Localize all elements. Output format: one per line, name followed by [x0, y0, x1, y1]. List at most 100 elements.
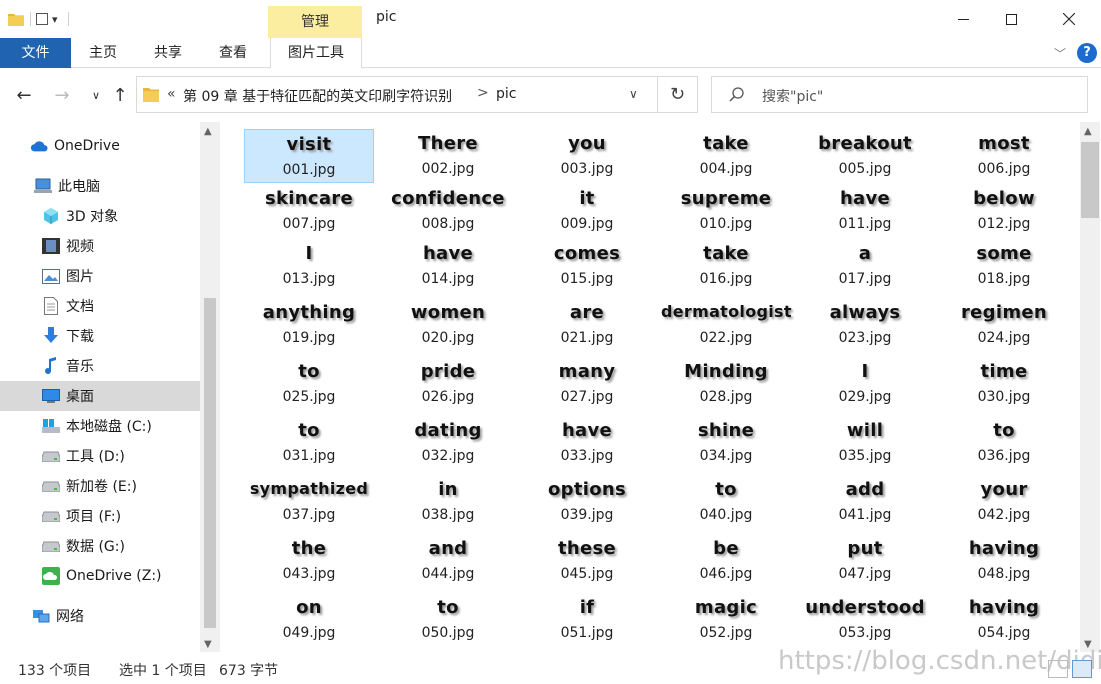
folder-icon[interactable] [8, 8, 26, 30]
sidebar-item[interactable]: 项目 (F:) [0, 501, 200, 531]
file-item[interactable]: There 002.jpg [383, 129, 513, 183]
back-arrow-icon[interactable]: ← [14, 86, 34, 106]
file-item[interactable]: have 033.jpg [522, 416, 652, 470]
file-item[interactable]: dermatologist 022.jpg [661, 298, 791, 352]
sidebar-item[interactable]: 工具 (D:) [0, 441, 200, 471]
large-icons-view-icon[interactable] [1072, 660, 1092, 678]
file-item[interactable]: these 045.jpg [522, 534, 652, 588]
file-item[interactable]: options 039.jpg [522, 475, 652, 529]
sidebar-item[interactable]: OneDrive (Z:) [0, 561, 200, 591]
tab-share[interactable]: 共享 [145, 38, 191, 68]
file-item[interactable]: in 038.jpg [383, 475, 513, 529]
file-item[interactable]: you 003.jpg [522, 129, 652, 183]
sidebar-item[interactable]: OneDrive [0, 131, 200, 161]
file-item[interactable]: below 012.jpg [939, 184, 1069, 238]
forward-arrow-icon[interactable]: → [52, 86, 72, 106]
sidebar-item[interactable]: 数据 (G:) [0, 531, 200, 561]
address-dropdown-icon[interactable]: ∨ [629, 87, 638, 101]
file-item[interactable]: be 046.jpg [661, 534, 791, 588]
sidebar-item[interactable]: 本地磁盘 (C:) [0, 411, 200, 441]
tab-home[interactable]: 主页 [80, 38, 126, 68]
file-item[interactable]: it 009.jpg [522, 184, 652, 238]
file-item[interactable]: supreme 010.jpg [661, 184, 791, 238]
sidebar-scrollbar[interactable]: ▲ ▼ [200, 122, 220, 652]
file-item[interactable]: I 029.jpg [800, 357, 930, 411]
file-item[interactable]: put 047.jpg [800, 534, 930, 588]
refresh-button[interactable]: ↻ [657, 76, 698, 113]
file-item[interactable]: I 013.jpg [244, 239, 374, 293]
file-item[interactable]: sympathized 037.jpg [244, 475, 374, 529]
sidebar-item[interactable]: 文档 [0, 291, 200, 321]
customize-toolbar-icon[interactable]: ▾ [52, 8, 58, 30]
file-item[interactable]: have 014.jpg [383, 239, 513, 293]
file-item[interactable]: have 011.jpg [800, 184, 930, 238]
maximize-button[interactable] [988, 0, 1034, 38]
breadcrumb-chapter[interactable]: 第 09 章 基于特征匹配的英文印刷字符识别 [183, 86, 452, 106]
file-item[interactable]: are 021.jpg [522, 298, 652, 352]
tab-picture-tools[interactable]: 图片工具 [270, 38, 362, 69]
tab-view[interactable]: 查看 [210, 38, 256, 68]
search-box[interactable]: 搜索"pic" [711, 76, 1088, 113]
file-item[interactable]: women 020.jpg [383, 298, 513, 352]
properties-checkbox-icon[interactable] [36, 13, 48, 25]
file-item[interactable]: dating 032.jpg [383, 416, 513, 470]
file-item[interactable]: breakout 005.jpg [800, 129, 930, 183]
file-item[interactable]: a 017.jpg [800, 239, 930, 293]
file-item[interactable]: skincare 007.jpg [244, 184, 374, 238]
manage-tab[interactable]: 管理 [268, 6, 362, 38]
file-item[interactable]: most 006.jpg [939, 129, 1069, 183]
file-item[interactable]: anything 019.jpg [244, 298, 374, 352]
scroll-thumb[interactable] [1081, 142, 1099, 218]
close-button[interactable] [1046, 0, 1092, 38]
address-bar[interactable]: « 第 09 章 基于特征匹配的英文印刷字符识别 > pic ∨ [136, 76, 658, 113]
file-item[interactable]: magic 052.jpg [661, 593, 791, 647]
breadcrumb-separator[interactable]: > [477, 85, 489, 101]
file-item[interactable]: your 042.jpg [939, 475, 1069, 529]
breadcrumb-pic[interactable]: pic [496, 86, 516, 102]
help-icon[interactable]: ? [1077, 43, 1097, 63]
file-item[interactable]: to 031.jpg [244, 416, 374, 470]
up-arrow-icon[interactable]: ↑ [110, 86, 130, 106]
tab-file[interactable]: 文件 [0, 38, 71, 68]
file-item[interactable]: time 030.jpg [939, 357, 1069, 411]
file-item[interactable]: comes 015.jpg [522, 239, 652, 293]
file-item[interactable]: to 050.jpg [383, 593, 513, 647]
expand-ribbon-icon[interactable]: ﹀ [1054, 45, 1066, 62]
scroll-down-icon[interactable]: ▼ [204, 639, 212, 650]
file-item[interactable]: to 040.jpg [661, 475, 791, 529]
minimize-button[interactable] [940, 0, 986, 38]
details-view-icon[interactable] [1048, 660, 1068, 678]
sidebar-item[interactable]: 图片 [0, 261, 200, 291]
sidebar-item[interactable]: 3D 对象 [0, 201, 200, 231]
file-item[interactable]: confidence 008.jpg [383, 184, 513, 238]
sidebar-item[interactable]: 新加卷 (E:) [0, 471, 200, 501]
file-item[interactable]: to 025.jpg [244, 357, 374, 411]
content-scrollbar[interactable]: ▲ ▼ [1080, 122, 1100, 652]
file-item[interactable]: visit 001.jpg [244, 129, 374, 183]
file-item[interactable]: shine 034.jpg [661, 416, 791, 470]
recent-locations-icon[interactable]: ∨ [86, 86, 106, 106]
file-item[interactable]: always 023.jpg [800, 298, 930, 352]
file-item[interactable]: take 004.jpg [661, 129, 791, 183]
file-item[interactable]: many 027.jpg [522, 357, 652, 411]
scroll-up-icon[interactable]: ▲ [1084, 126, 1092, 137]
file-item[interactable]: regimen 024.jpg [939, 298, 1069, 352]
file-item[interactable]: add 041.jpg [800, 475, 930, 529]
file-item[interactable]: and 044.jpg [383, 534, 513, 588]
overflow-crumb[interactable]: « [167, 86, 176, 102]
sidebar-item[interactable]: 视频 [0, 231, 200, 261]
file-item[interactable]: the 043.jpg [244, 534, 374, 588]
file-item[interactable]: will 035.jpg [800, 416, 930, 470]
sidebar-item[interactable]: 此电脑 [0, 171, 200, 201]
sidebar-item[interactable]: 网络 [0, 601, 200, 631]
file-item[interactable]: take 016.jpg [661, 239, 791, 293]
file-item[interactable]: understood 053.jpg [800, 593, 930, 647]
sidebar-item[interactable]: 桌面 [0, 381, 200, 411]
file-item[interactable]: on 049.jpg [244, 593, 374, 647]
file-item[interactable]: having 054.jpg [939, 593, 1069, 647]
file-item[interactable]: having 048.jpg [939, 534, 1069, 588]
file-item[interactable]: if 051.jpg [522, 593, 652, 647]
file-item[interactable]: pride 026.jpg [383, 357, 513, 411]
sidebar-item[interactable]: 音乐 [0, 351, 200, 381]
file-item[interactable]: Minding 028.jpg [661, 357, 791, 411]
